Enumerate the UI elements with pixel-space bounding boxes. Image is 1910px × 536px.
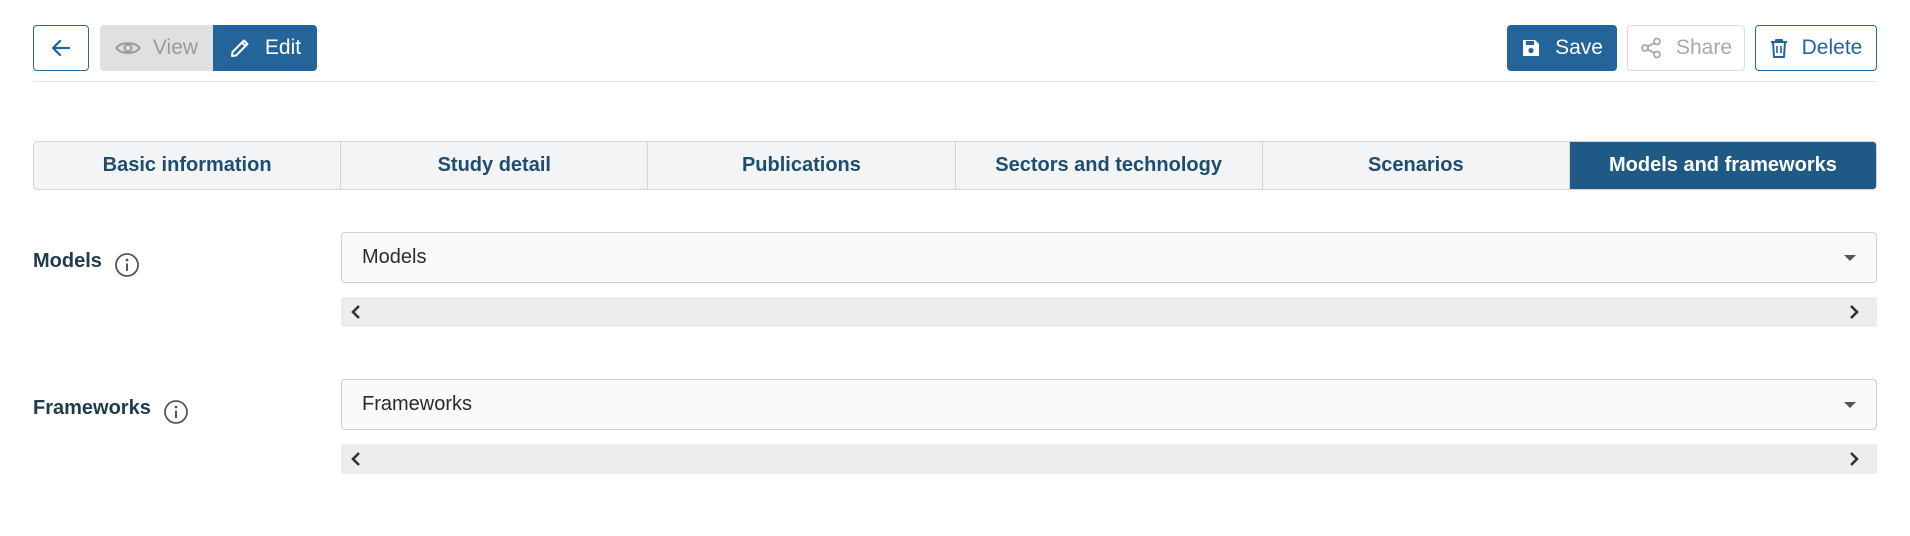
back-button[interactable] — [33, 25, 89, 71]
caret-down-icon — [1844, 255, 1856, 261]
floppy-disk-icon — [1523, 40, 1540, 56]
tab-publications[interactable]: Publications — [648, 142, 956, 189]
chevron-left-icon[interactable] — [349, 451, 363, 467]
frameworks-label: Frameworks — [33, 396, 151, 419]
save-button-label: Save — [1555, 36, 1603, 59]
models-select[interactable]: Models — [341, 232, 1877, 283]
models-label-group: Models — [33, 244, 140, 278]
frameworks-select-placeholder: Frameworks — [362, 393, 473, 415]
chevron-right-icon[interactable] — [1847, 451, 1861, 467]
models-label: Models — [33, 249, 102, 272]
toolbar: View Edit Save Share Delete — [33, 25, 1877, 71]
view-button[interactable]: View — [100, 25, 213, 71]
pencil-icon — [230, 39, 249, 57]
tab-basic-information[interactable]: Basic information — [34, 142, 342, 189]
frameworks-select[interactable]: Frameworks — [341, 379, 1877, 430]
delete-button[interactable]: Delete — [1755, 25, 1877, 71]
tab-models-and-frameworks[interactable]: Models and frameworks — [1569, 142, 1876, 189]
models-select-placeholder: Models — [362, 246, 427, 268]
tab-bar: Basic information Study detail Publicati… — [33, 141, 1877, 190]
trash-icon — [1770, 39, 1787, 58]
share-icon — [1641, 37, 1661, 59]
tab-sectors-and-technology[interactable]: Sectors and technology — [956, 142, 1263, 189]
frameworks-scrollbar[interactable] — [341, 444, 1877, 474]
view-button-label: View — [152, 36, 199, 59]
share-button-label: Share — [1675, 36, 1733, 59]
eye-icon — [115, 42, 141, 54]
tab-scenarios[interactable]: Scenarios — [1263, 142, 1570, 189]
save-button[interactable]: Save — [1507, 25, 1617, 71]
caret-down-icon — [1844, 402, 1856, 408]
edit-button[interactable]: Edit — [213, 25, 317, 71]
edit-button-label: Edit — [264, 36, 302, 59]
chevron-right-icon[interactable] — [1847, 304, 1861, 320]
info-icon[interactable] — [114, 252, 140, 278]
chevron-left-icon[interactable] — [349, 304, 363, 320]
models-scrollbar[interactable] — [341, 297, 1877, 327]
info-icon[interactable] — [163, 399, 189, 425]
delete-button-label: Delete — [1801, 36, 1863, 59]
share-button[interactable]: Share — [1627, 25, 1745, 71]
arrow-left-icon — [51, 39, 71, 57]
frameworks-label-group: Frameworks — [33, 391, 189, 425]
toolbar-divider — [33, 81, 1877, 82]
tab-study-detail[interactable]: Study detail — [341, 142, 649, 189]
